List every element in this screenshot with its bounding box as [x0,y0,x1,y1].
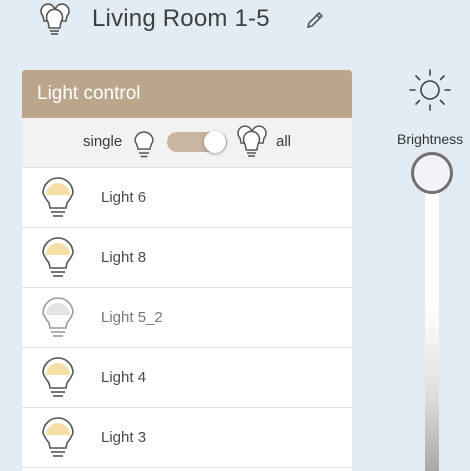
light-item-8[interactable]: Light 8 [22,228,352,288]
light-item-6[interactable]: Light 6 [22,168,352,228]
mode-toggle[interactable] [167,131,227,153]
light-label: Light 4 [101,369,147,386]
lightbulb-on-icon [42,237,74,277]
light-label: Light 8 [101,249,147,266]
light-control-panel: Light control single all Light 6 Light 8… [22,70,352,471]
sun-icon [409,69,451,111]
light-item-4[interactable]: Light 4 [22,348,352,408]
light-item-3[interactable]: Light 3 [22,408,352,468]
brightness-slider-track[interactable] [425,173,439,471]
brightness-slider-knob[interactable] [411,152,453,194]
mode-selector: single all [22,118,352,168]
light-label: Light 5_2 [101,309,163,326]
single-label: single [83,133,123,150]
single-bulb-icon [134,131,154,158]
toggle-knob[interactable] [204,131,226,153]
light-label: Light 6 [101,189,147,206]
panel-title: Light control [22,70,352,118]
page-title: Living Room 1-5 [92,5,270,32]
lightbulb-on-icon [42,357,74,397]
light-label: Light 3 [101,429,147,446]
light-item-5-2[interactable]: Light 5_2 [22,288,352,348]
lightbulb-on-icon [42,177,74,217]
pencil-icon[interactable] [304,9,326,31]
lightbulb-off-icon [42,297,74,337]
brightness-label: Brightness [397,131,464,147]
multi-bulb-icon [237,125,267,157]
lightbulb-on-icon [42,417,74,457]
multi-bulb-icon [40,3,70,35]
all-label: all [276,133,292,150]
header: Living Room 1-5 [0,0,470,44]
